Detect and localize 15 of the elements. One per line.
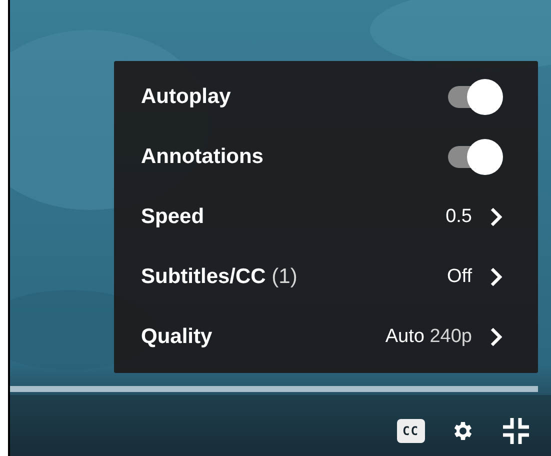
exit-fullscreen-icon[interactable]	[501, 416, 531, 446]
menu-item-value: Auto 240p	[385, 326, 472, 348]
menu-item-value: Off	[447, 266, 472, 288]
chevron-right-icon[interactable]	[490, 267, 502, 287]
toggle-switch[interactable]	[446, 138, 504, 176]
menu-item-label: Annotations	[141, 145, 264, 169]
menu-item-label: Speed	[141, 205, 206, 229]
menu-item-value: 0.5	[446, 206, 472, 228]
menu-item-label: Quality	[141, 325, 214, 349]
menu-item-label: Autoplay	[141, 85, 232, 109]
chevron-right-icon[interactable]	[490, 207, 502, 227]
captions-button[interactable]: CC	[396, 419, 425, 443]
chevron-right-icon[interactable]	[490, 327, 502, 347]
menu-item-label: Subtitles/CC (1)	[141, 265, 298, 289]
toggle-switch[interactable]	[446, 78, 504, 116]
